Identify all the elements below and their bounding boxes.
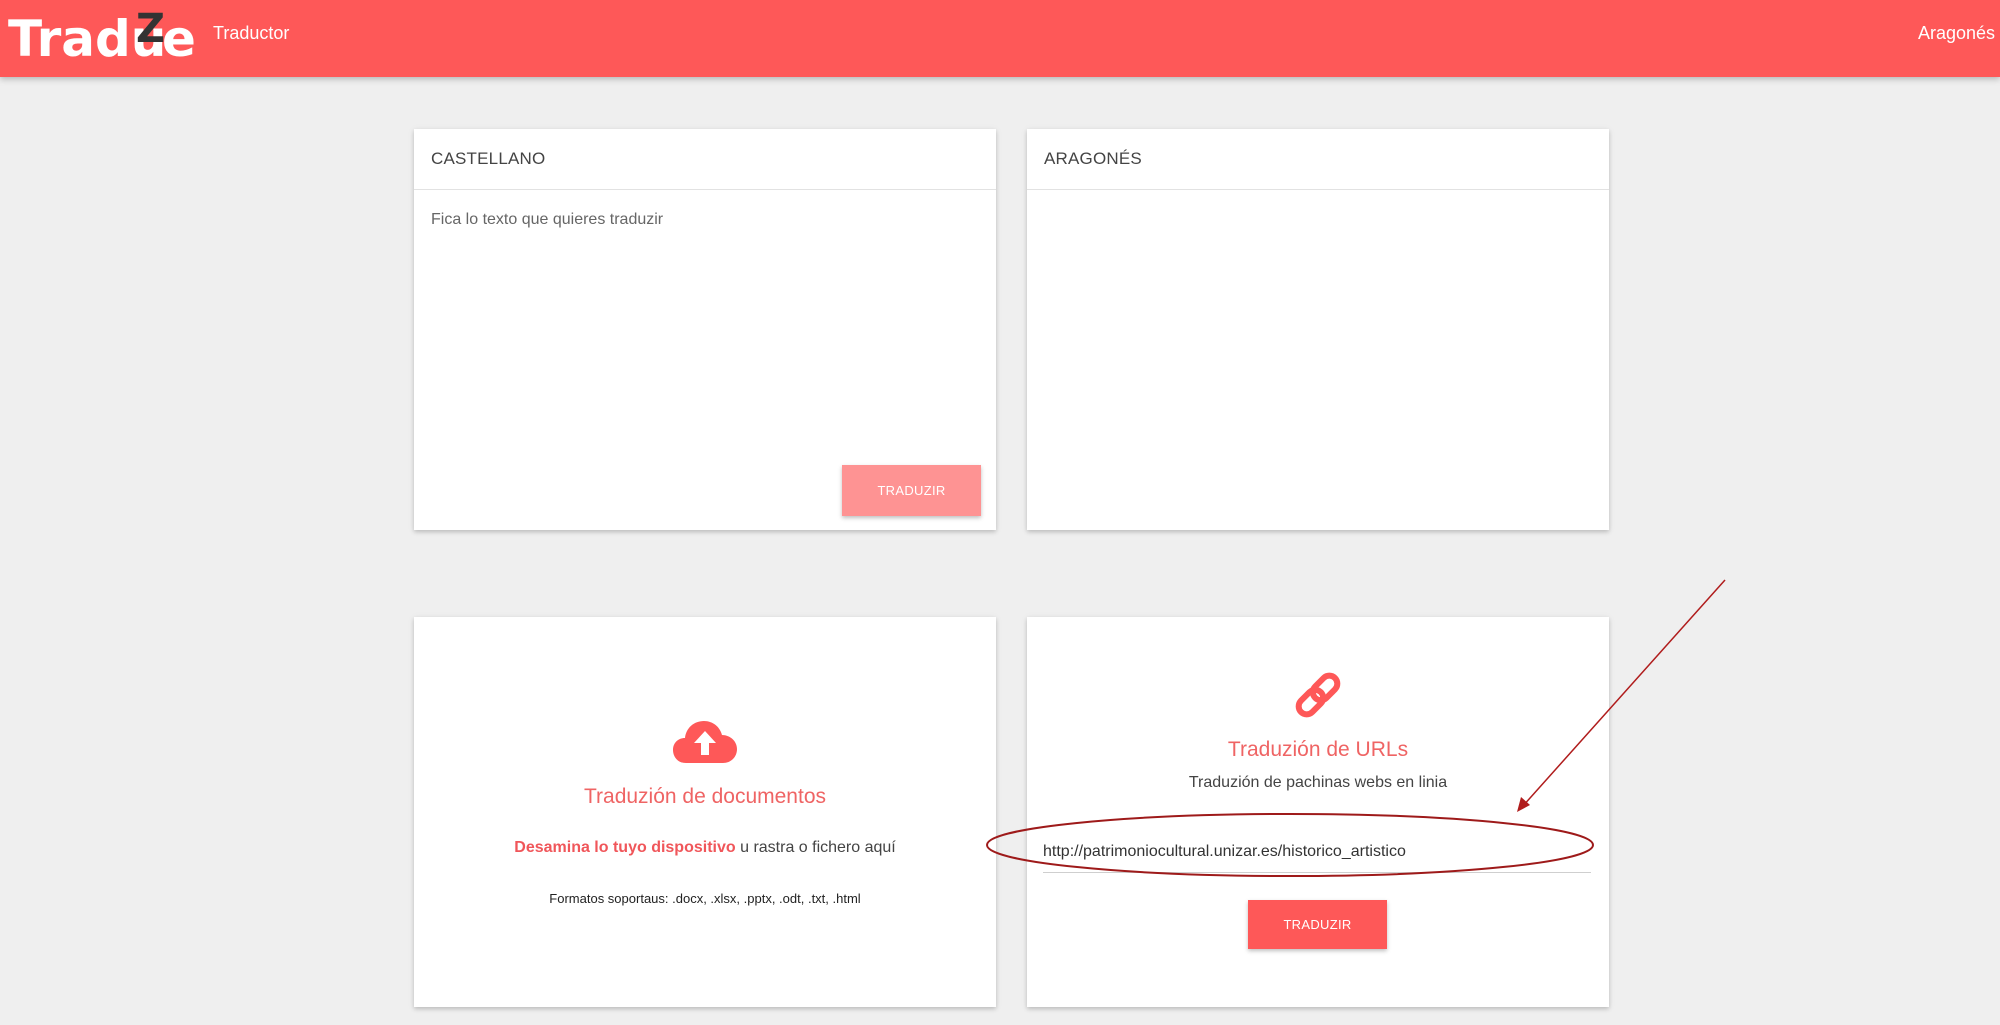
- translate-text-button[interactable]: TRADUZIR: [842, 465, 981, 516]
- drag-drop-text: u rastra o fichero aquí: [740, 839, 896, 856]
- document-translation-title: Traduzión de documentos: [583, 785, 827, 808]
- source-language-header: CASTELLANO: [414, 129, 996, 190]
- document-drop-text: Desamina lo tuyo dispositivo u rastra o …: [414, 839, 996, 857]
- logo-text-part2: e: [162, 10, 196, 68]
- url-translation-subtitle: Traduzión de pachinas webs en linia: [1188, 774, 1448, 791]
- source-text-panel: CASTELLANO Fica lo texto que quieres tra…: [414, 129, 996, 530]
- link-icon: [1295, 672, 1341, 718]
- url-translation-title: Traduzión de URLs: [1227, 738, 1409, 761]
- url-translation-panel: Traduzión de URLs Traduzión de pachinas …: [1027, 617, 1609, 1007]
- document-translation-panel[interactable]: Traduzión de documentos Desamina lo tuyo…: [414, 617, 996, 1007]
- language-selector[interactable]: Aragonés: [1918, 23, 1995, 44]
- source-text-input[interactable]: Fica lo texto que quieres traduzir: [431, 211, 663, 229]
- cloud-upload-icon: [673, 721, 737, 763]
- logo-z: Z: [136, 6, 166, 52]
- translate-url-button[interactable]: TRADUZIR: [1248, 900, 1387, 949]
- target-language-header: ARAGONÉS: [1027, 129, 1609, 190]
- traduze-logo[interactable]: Tradu Z e: [8, 6, 196, 64]
- top-navbar: Tradu Z e Traductor Aragonés: [0, 0, 2000, 77]
- url-input[interactable]: [1043, 832, 1591, 873]
- cloud-upload-icon-wrap: [414, 717, 996, 767]
- supported-formats-text: Formatos soportaus: .docx, .xlsx, .pptx,…: [549, 891, 861, 906]
- link-icon-wrap: [1027, 667, 1609, 723]
- target-text-panel: ARAGONÉS: [1027, 129, 1609, 530]
- nav-link-traductor[interactable]: Traductor: [213, 23, 289, 44]
- annotation-overlay: [986, 579, 1726, 877]
- browse-device-link[interactable]: Desamina lo tuyo dispositivo: [514, 839, 735, 856]
